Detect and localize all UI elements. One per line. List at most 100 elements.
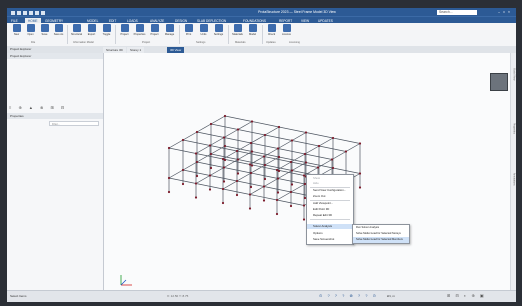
export-button[interactable]: Export	[85, 24, 98, 42]
node[interactable]	[275, 198, 279, 202]
beam[interactable]	[249, 164, 278, 171]
node[interactable]	[221, 157, 225, 161]
node[interactable]	[303, 152, 307, 156]
check-button[interactable]: Check	[265, 24, 278, 42]
node[interactable]	[248, 163, 252, 166]
beam[interactable]	[168, 177, 197, 184]
node[interactable]	[331, 136, 335, 140]
beam[interactable]	[236, 172, 252, 182]
support-node[interactable]	[209, 166, 213, 170]
submenu-solve-storeys[interactable]: Solve Model Load for Selected Storeys	[353, 231, 409, 237]
save-button[interactable]: Save	[38, 24, 51, 42]
save-icon[interactable]	[29, 11, 33, 15]
snap-toolbar[interactable]: ⊙ ? ? ? ⊗ ? ? ⊙	[319, 293, 378, 298]
beam[interactable]	[237, 129, 266, 136]
beam[interactable]	[290, 161, 319, 168]
beam[interactable]	[318, 145, 347, 152]
support-node[interactable]	[222, 180, 226, 183]
beam[interactable]	[196, 161, 225, 168]
node[interactable]	[262, 155, 266, 158]
ctx-repeat-edit-3d[interactable]: Repeat Edit 3D	[307, 213, 353, 218]
support-node[interactable]	[275, 212, 279, 216]
materials-button[interactable]: Materials	[231, 24, 244, 42]
beam[interactable]	[195, 153, 224, 160]
support-node[interactable]	[236, 172, 240, 175]
beam[interactable]	[182, 139, 211, 146]
beam[interactable]	[236, 180, 265, 187]
support-node[interactable]	[248, 207, 252, 210]
node[interactable]	[276, 177, 280, 180]
support-node[interactable]	[289, 204, 293, 208]
beam[interactable]	[276, 191, 292, 201]
beam[interactable]	[196, 131, 225, 138]
node[interactable]	[304, 161, 308, 164]
support-node[interactable]	[195, 174, 199, 178]
panel-toolbar[interactable]: ≡ ⊕ ▲ ⊗ ⊞ ⊟	[9, 105, 67, 110]
beam[interactable]	[209, 145, 238, 152]
node[interactable]	[316, 166, 320, 169]
support-node[interactable]	[250, 164, 254, 167]
units-button[interactable]: Units	[197, 24, 210, 42]
side-tab-properties[interactable]: Properties	[513, 123, 516, 134]
properties-button[interactable]: Properties	[133, 24, 146, 42]
save-as-button[interactable]: Save As	[52, 24, 65, 42]
beam[interactable]	[277, 178, 306, 185]
beam[interactable]	[250, 134, 266, 144]
node[interactable]	[276, 147, 280, 150]
model-button[interactable]: Model	[246, 24, 259, 42]
project-settings-button[interactable]: Project	[148, 24, 161, 42]
beam[interactable]	[196, 123, 212, 133]
open-button[interactable]: Open	[24, 24, 37, 42]
beam[interactable]	[345, 143, 361, 152]
ctx-add-viewpoint[interactable]: Add Viewpoint...	[307, 201, 353, 206]
beam[interactable]	[305, 132, 334, 139]
3d-viewport[interactable]: Model View Properties Annotations Show H…	[104, 53, 516, 290]
node[interactable]	[181, 138, 185, 142]
node[interactable]	[194, 152, 198, 155]
node[interactable]	[223, 114, 227, 118]
node[interactable]	[209, 122, 213, 126]
beam[interactable]	[332, 167, 361, 174]
new-icon[interactable]	[17, 11, 21, 15]
node[interactable]	[223, 144, 227, 148]
beam[interactable]	[291, 140, 320, 147]
node[interactable]	[236, 158, 240, 161]
beam[interactable]	[236, 150, 265, 157]
node[interactable]	[263, 163, 267, 167]
node[interactable]	[263, 133, 267, 137]
node[interactable]	[302, 174, 306, 177]
node[interactable]	[317, 144, 321, 148]
beam[interactable]	[195, 183, 224, 190]
beam[interactable]	[210, 153, 239, 160]
node[interactable]	[248, 193, 252, 196]
open-icon[interactable]	[23, 11, 27, 15]
beam[interactable]	[237, 159, 266, 166]
beam[interactable]	[331, 151, 347, 160]
support-node[interactable]	[181, 182, 185, 186]
beam[interactable]	[223, 129, 239, 138]
beam[interactable]	[249, 186, 265, 195]
beam[interactable]	[249, 194, 278, 201]
node[interactable]	[250, 120, 254, 123]
node[interactable]	[249, 141, 253, 145]
node[interactable]	[195, 130, 199, 134]
support-node[interactable]	[167, 190, 171, 194]
beam[interactable]	[290, 183, 306, 193]
beam[interactable]	[291, 132, 307, 141]
node[interactable]	[344, 150, 348, 153]
side-tab-annotations[interactable]: Annotations	[513, 173, 516, 186]
support-node[interactable]	[223, 158, 227, 162]
support-node[interactable]	[276, 191, 280, 194]
beam[interactable]	[168, 169, 184, 179]
beam[interactable]	[278, 156, 307, 163]
beam[interactable]	[182, 131, 198, 141]
beam[interactable]	[250, 172, 279, 179]
beam[interactable]	[209, 167, 225, 176]
beam[interactable]	[224, 145, 253, 152]
node[interactable]	[221, 187, 225, 191]
beam[interactable]	[222, 180, 238, 190]
support-node[interactable]	[235, 193, 239, 197]
ctx-send-view-configuration[interactable]: Send View Configuration...	[307, 188, 353, 193]
toggle-button[interactable]: Toggle	[100, 24, 113, 42]
beam[interactable]	[264, 126, 280, 136]
